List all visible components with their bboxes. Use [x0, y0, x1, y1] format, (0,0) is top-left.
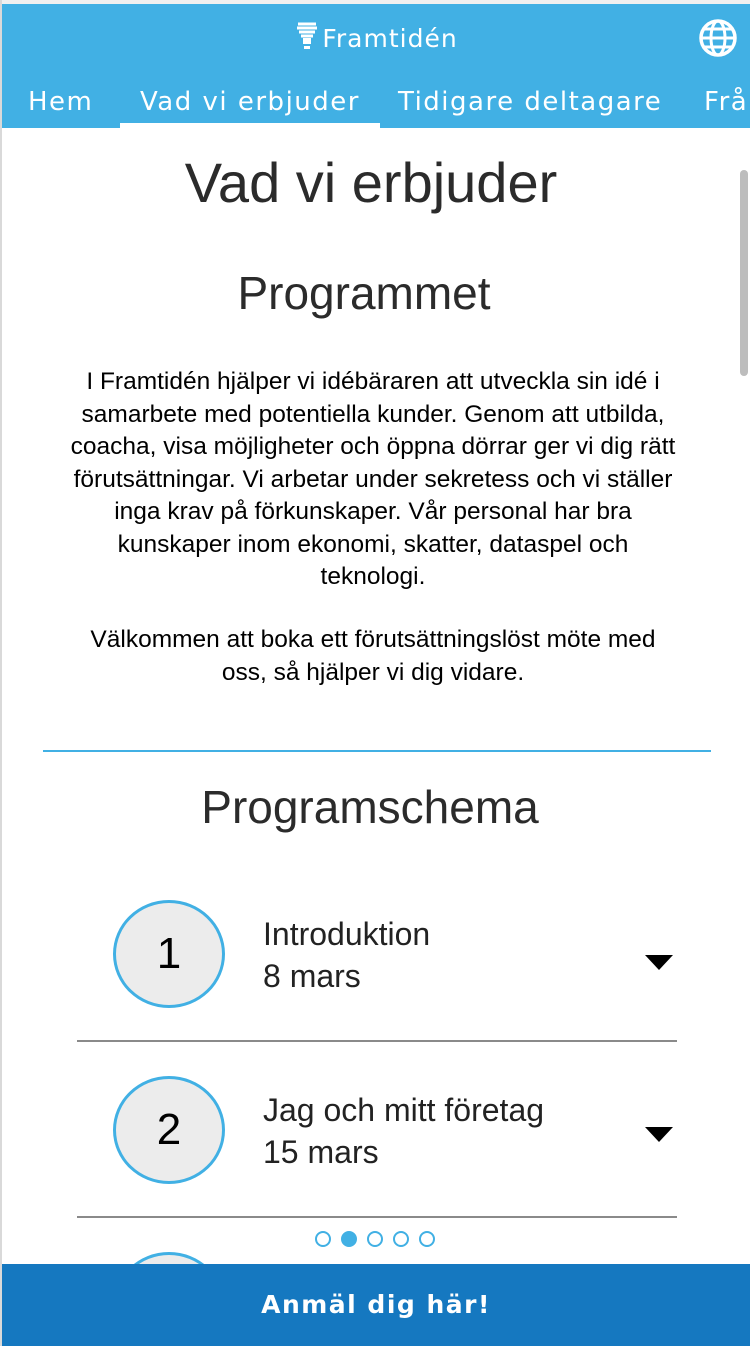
step-date: 15 mars [263, 1134, 379, 1170]
scrollbar-thumb[interactable] [740, 170, 748, 376]
nav-item-tidigare-deltagare[interactable]: Tidigare deltagare [398, 82, 662, 128]
brand-name: Framtidén [322, 24, 458, 53]
nav-item-vad-vi-erbjuder[interactable]: Vad vi erbjuder [120, 82, 380, 128]
program-heading: Programmet [237, 267, 491, 319]
pagination-dot-active[interactable] [341, 1231, 357, 1247]
signup-button[interactable]: Anmäl dig här! [2, 1264, 750, 1346]
chevron-down-icon[interactable] [645, 955, 673, 970]
brand[interactable]: Framtidén [2, 22, 750, 53]
step-number: 2 [113, 1076, 225, 1184]
pagination-dot[interactable] [393, 1231, 409, 1247]
app-frame: Framtidén Hem Vad vi erbjuder Tidigare d… [0, 0, 750, 1346]
section-divider [43, 750, 711, 752]
nav-item-hem[interactable]: Hem [28, 82, 93, 128]
nav-item-fragor[interactable]: Frå [704, 82, 748, 128]
main-nav: Hem Vad vi erbjuder Tidigare deltagare F… [2, 82, 750, 128]
step-title: Introduktion [263, 916, 431, 952]
chevron-down-icon[interactable] [645, 1127, 673, 1142]
pagination-dot[interactable] [367, 1231, 383, 1247]
lightbulb-icon [297, 22, 318, 49]
globe-icon[interactable] [698, 18, 738, 58]
pagination-dot[interactable] [419, 1231, 435, 1247]
page-title: Vad vi erbjuder [184, 151, 558, 214]
site-header: Framtidén Hem Vad vi erbjuder Tidigare d… [2, 4, 750, 128]
schedule-item[interactable]: 2 Jag och mitt företag 15 mars [77, 1042, 677, 1218]
item-divider [77, 1216, 677, 1218]
program-description: I Framtidén hjälper vi idébäraren att ut… [70, 368, 676, 590]
step-title: Jag och mitt företag [263, 1092, 545, 1128]
step-number: 1 [113, 900, 225, 1008]
step-date: 8 mars [263, 958, 361, 994]
schedule-heading: Programschema [201, 781, 539, 833]
program-invitation: Välkommen att boka ett förutsättningslös… [90, 626, 656, 686]
schedule-item[interactable]: 1 Introduktion 8 mars [77, 866, 677, 1042]
pagination-dot[interactable] [315, 1231, 331, 1247]
